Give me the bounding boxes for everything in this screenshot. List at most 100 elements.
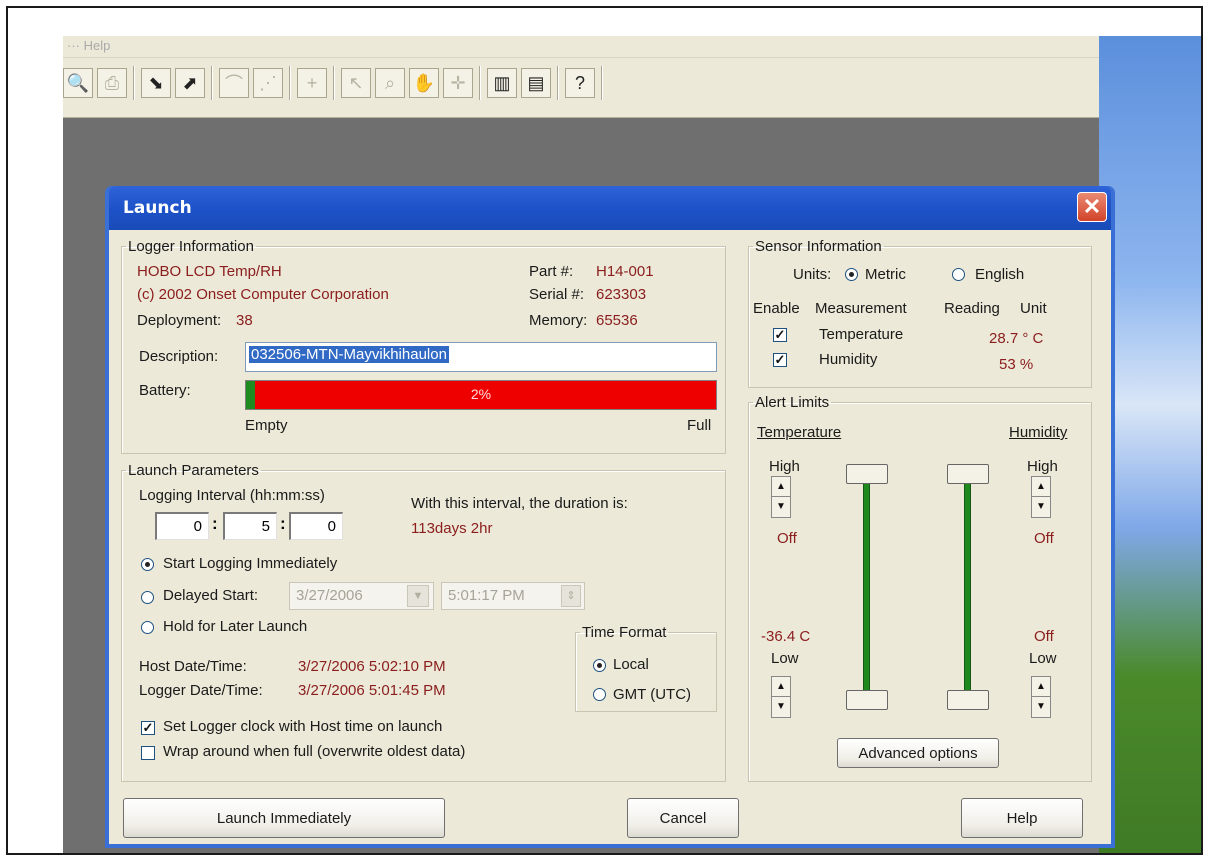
hum-low-spinner[interactable]: ▲ ▼: [1031, 676, 1051, 718]
close-icon: ✕: [1082, 194, 1102, 219]
advanced-options-button[interactable]: Advanced options: [837, 738, 999, 768]
readout-icon[interactable]: ⬊: [141, 68, 171, 98]
serial-label: Serial #:: [529, 286, 585, 303]
host-datetime-label: Host Date/Time:: [139, 658, 247, 675]
arrow-up-icon[interactable]: ▲: [1032, 677, 1050, 697]
temp-high-spinner[interactable]: ▲ ▼: [771, 476, 791, 518]
hold-later-label[interactable]: Hold for Later Launch: [163, 618, 307, 635]
delayed-start-label[interactable]: Delayed Start:: [163, 587, 258, 604]
temperature-enable-checkbox[interactable]: ✓: [773, 328, 787, 342]
print-icon[interactable]: ⎙: [97, 68, 127, 98]
toolbar-separator: [133, 66, 135, 100]
toolbar-separator: [333, 66, 335, 100]
screenshot-frame: ··· Help 🔍 ⎙ ⬊ ⬈ ⌒ ⋰ + ↖ ⌕ ✋ ✛ ▥ ▤ ? Lau…: [6, 6, 1203, 855]
temp-high-value: Off: [777, 530, 797, 547]
arrow-down-icon[interactable]: ▼: [772, 497, 790, 517]
logger-datetime-value: 3/27/2006 5:01:45 PM: [298, 682, 446, 699]
hum-high-label: High: [1027, 458, 1058, 475]
interval-minutes-input[interactable]: 5: [223, 512, 277, 540]
details-icon[interactable]: ▥: [487, 68, 517, 98]
part-value: H14-001: [596, 263, 654, 280]
temp-high-label: High: [769, 458, 800, 475]
temperature-high-thumb[interactable]: [846, 464, 888, 484]
time-colon: :: [212, 514, 218, 533]
launch-dialog: Launch ✕ Logger Information HOBO LCD Tem…: [105, 186, 1115, 848]
humidity-high-thumb[interactable]: [947, 464, 989, 484]
temperature-label: Temperature: [819, 326, 904, 343]
launch-logger-icon[interactable]: ⬈: [175, 68, 205, 98]
humidity-enable-checkbox[interactable]: ✓: [773, 353, 787, 367]
menu-bar-text[interactable]: ··· Help: [67, 38, 110, 53]
english-radio[interactable]: [952, 268, 965, 281]
toolbar-separator: [479, 66, 481, 100]
duration-value: 113days 2hr: [411, 520, 493, 537]
time-spinner-icon[interactable]: ⇕: [561, 585, 581, 607]
logging-interval-label: Logging Interval (hh:mm:ss): [139, 487, 325, 504]
battery-percent: 2%: [470, 386, 492, 402]
humidity-reading: 53 %: [999, 356, 1034, 373]
measurement-column-header: Measurement: [815, 300, 907, 317]
help-button[interactable]: Help: [961, 798, 1083, 838]
temp-low-spinner[interactable]: ▲ ▼: [771, 676, 791, 718]
temperature-slider-track[interactable]: [863, 478, 870, 700]
arrow-down-icon[interactable]: ▼: [1032, 697, 1050, 717]
print-preview-icon[interactable]: 🔍: [63, 68, 93, 98]
arrow-up-icon[interactable]: ▲: [772, 477, 790, 497]
hold-later-radio[interactable]: [141, 621, 154, 634]
english-label[interactable]: English: [975, 266, 1024, 283]
battery-meter: 2%: [245, 380, 717, 410]
metric-radio[interactable]: [845, 268, 858, 281]
arrow-down-icon[interactable]: ▼: [772, 697, 790, 717]
line-graph-icon[interactable]: ⌒: [219, 68, 249, 98]
battery-empty-label: Empty: [245, 417, 288, 434]
delayed-start-radio[interactable]: [141, 591, 154, 604]
reading-column-header: Reading: [944, 300, 1000, 317]
menu-bar: ··· Help: [63, 36, 1099, 58]
table-icon[interactable]: ▤: [521, 68, 551, 98]
pan-hand-icon[interactable]: ✋: [409, 68, 439, 98]
duration-label: With this interval, the duration is:: [411, 495, 628, 512]
toolbar-separator: [601, 66, 603, 100]
battery-label: Battery:: [139, 382, 191, 399]
marker-icon[interactable]: ✛: [443, 68, 473, 98]
units-label: Units:: [793, 266, 832, 283]
zoom-icon[interactable]: ⌕: [375, 68, 405, 98]
help-icon[interactable]: ?: [565, 68, 595, 98]
arrow-up-icon[interactable]: ▲: [1032, 477, 1050, 497]
local-time-radio[interactable]: [593, 659, 606, 672]
memory-label: Memory:: [529, 312, 588, 329]
start-immediately-label[interactable]: Start Logging Immediately: [163, 555, 337, 572]
sensor-information-legend: Sensor Information: [755, 238, 882, 255]
gmt-time-radio[interactable]: [593, 688, 606, 701]
launch-immediately-button[interactable]: Launch Immediately: [123, 798, 445, 838]
arrow-down-icon[interactable]: ▼: [1032, 497, 1050, 517]
pointer-icon[interactable]: ↖: [341, 68, 371, 98]
wrap-around-label[interactable]: Wrap around when full (overwrite oldest …: [163, 743, 465, 760]
interval-hours-input[interactable]: 0: [155, 512, 209, 540]
arrow-up-icon[interactable]: ▲: [772, 677, 790, 697]
interval-seconds-input[interactable]: 0: [289, 512, 343, 540]
close-button[interactable]: ✕: [1077, 192, 1107, 222]
chevron-down-icon[interactable]: ▼: [407, 585, 429, 607]
dialog-titlebar[interactable]: Launch ✕: [109, 186, 1111, 230]
temperature-low-thumb[interactable]: [846, 690, 888, 710]
humidity-low-thumb[interactable]: [947, 690, 989, 710]
wrap-around-checkbox[interactable]: [141, 746, 155, 760]
copyright-text: (c) 2002 Onset Computer Corporation: [137, 286, 389, 303]
set-clock-checkbox[interactable]: ✓: [141, 721, 155, 735]
metric-label[interactable]: Metric: [865, 266, 906, 283]
alert-temperature-header: Temperature: [757, 424, 842, 441]
local-time-label[interactable]: Local: [613, 656, 649, 673]
set-clock-label[interactable]: Set Logger clock with Host time on launc…: [163, 718, 442, 735]
description-input[interactable]: 032506-MTN-Mayvikhihaulon: [245, 342, 717, 372]
deployment-label: Deployment:: [137, 312, 222, 329]
hum-high-spinner[interactable]: ▲ ▼: [1031, 476, 1051, 518]
start-immediately-radio[interactable]: [141, 558, 154, 571]
memory-value: 65536: [596, 312, 638, 329]
gmt-time-label[interactable]: GMT (UTC): [613, 686, 691, 703]
points-graph-icon[interactable]: ⋰: [253, 68, 283, 98]
crosshair-icon[interactable]: +: [297, 68, 327, 98]
humidity-slider-track[interactable]: [964, 478, 971, 700]
toolbar-separator: [211, 66, 213, 100]
cancel-button[interactable]: Cancel: [627, 798, 739, 838]
